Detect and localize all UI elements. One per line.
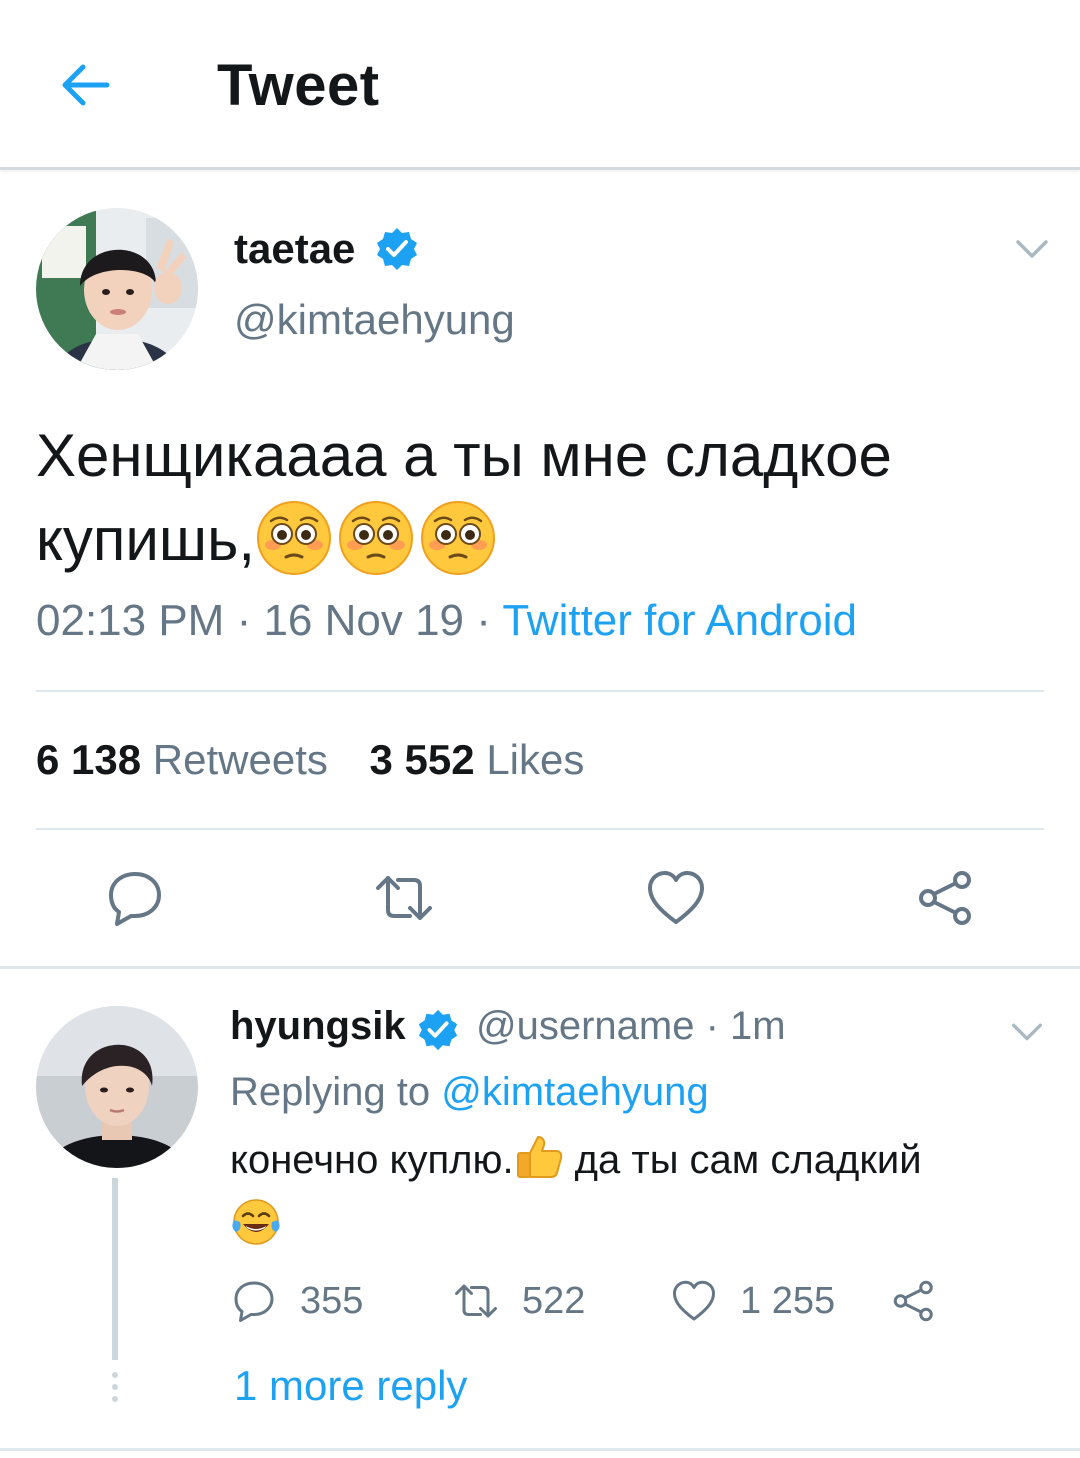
reply-reply-button[interactable]: 355 <box>230 1276 363 1326</box>
reply-time: 1m <box>730 1004 786 1048</box>
meta-separator: · <box>464 596 503 645</box>
author-handle[interactable]: @kimtaehyung <box>234 296 515 344</box>
retweet-icon <box>455 1284 497 1318</box>
like-icon <box>673 1280 715 1321</box>
reply-share-button[interactable] <box>890 1276 938 1326</box>
thread-connector <box>112 1178 118 1360</box>
divider <box>36 690 1044 692</box>
likes-label: Likes <box>486 736 585 783</box>
like-count: 1 255 <box>740 1279 836 1322</box>
replying-to: Replying to @kimtaehyung <box>230 1070 709 1115</box>
tweet-text-line2: купишь, <box>36 506 255 573</box>
verified-badge-icon <box>377 228 417 270</box>
retweets-count: 6 138 <box>36 736 142 783</box>
reply-body: конечно куплю. да ты сам сладкий <box>230 1130 1050 1250</box>
avatar-photo <box>36 208 198 370</box>
reply-icon <box>234 1281 274 1322</box>
reply-text-part1: конечно куплю. <box>230 1138 514 1182</box>
top-app-bar: Tweet <box>0 0 1080 170</box>
verified-badge-icon <box>418 1009 458 1051</box>
divider <box>36 828 1044 830</box>
avatar-photo <box>36 1006 198 1168</box>
author-avatar[interactable] <box>36 208 198 370</box>
chevron-down-icon[interactable] <box>1008 1012 1046 1050</box>
tweet-stats: 6 138 Retweets 3 552 Likes <box>36 736 584 784</box>
thread-dot <box>112 1384 118 1390</box>
reply-like-button[interactable]: 1 255 <box>670 1276 835 1326</box>
thread-dot <box>112 1396 118 1402</box>
reply-icon[interactable] <box>103 866 167 930</box>
retweets-stat[interactable]: 6 138 Retweets <box>36 736 328 783</box>
replying-prefix: Replying to <box>230 1070 431 1114</box>
tweet-meta: 02:13 PM · 16 Nov 19 · Twitter for Andro… <box>36 596 857 646</box>
flushed-face-emoji-icon <box>421 501 495 576</box>
reply-author-meta: @username · 1m <box>476 1004 786 1049</box>
tweet-body: Хенщикаааа а ты мне сладкое купишь, <box>36 414 1046 583</box>
share-icon[interactable] <box>914 866 978 930</box>
likes-count: 3 552 <box>369 736 475 783</box>
section-divider <box>0 966 1080 969</box>
retweet-icon[interactable] <box>372 866 436 930</box>
reply-text-part2: да ты сам сладкий <box>563 1138 922 1182</box>
tweet-date: 16 Nov 19 <box>263 596 465 645</box>
likes-stat[interactable]: 3 552 Likes <box>370 736 585 783</box>
tears-of-joy-emoji-icon <box>232 1199 280 1246</box>
thumbs-up-emoji-icon <box>516 1136 562 1179</box>
reply-author-avatar[interactable] <box>36 1006 198 1168</box>
reply-count: 355 <box>300 1279 364 1322</box>
retweet-count: 522 <box>522 1279 586 1322</box>
bottom-divider <box>0 1448 1080 1451</box>
thread-dot <box>112 1372 118 1378</box>
tweet-time: 02:13 PM <box>36 596 225 645</box>
meta-separator: · <box>224 596 264 645</box>
more-replies-link[interactable]: 1 more reply <box>234 1362 467 1410</box>
tweet-text-line1: Хенщикаааа а ты мне сладкое <box>36 422 892 489</box>
reply-retweet-button[interactable]: 522 <box>452 1276 585 1326</box>
meta-separator: · <box>694 1004 731 1048</box>
page-title: Tweet <box>217 53 380 118</box>
reply-author-name[interactable]: hyungsik <box>230 1004 406 1049</box>
tweet-source-link[interactable]: Twitter for Android <box>502 596 857 645</box>
share-icon <box>893 1280 933 1322</box>
retweets-label: Retweets <box>152 736 328 783</box>
reply-author-handle[interactable]: @username <box>476 1004 694 1048</box>
author-name[interactable]: taetae <box>234 225 355 273</box>
chevron-down-icon[interactable] <box>1012 228 1052 268</box>
arrow-left-icon[interactable] <box>55 55 115 115</box>
like-icon[interactable] <box>644 866 708 930</box>
flushed-face-emoji-icon <box>257 501 331 576</box>
flushed-face-emoji-icon <box>339 501 413 576</box>
replying-mention-link[interactable]: @kimtaehyung <box>441 1070 708 1114</box>
